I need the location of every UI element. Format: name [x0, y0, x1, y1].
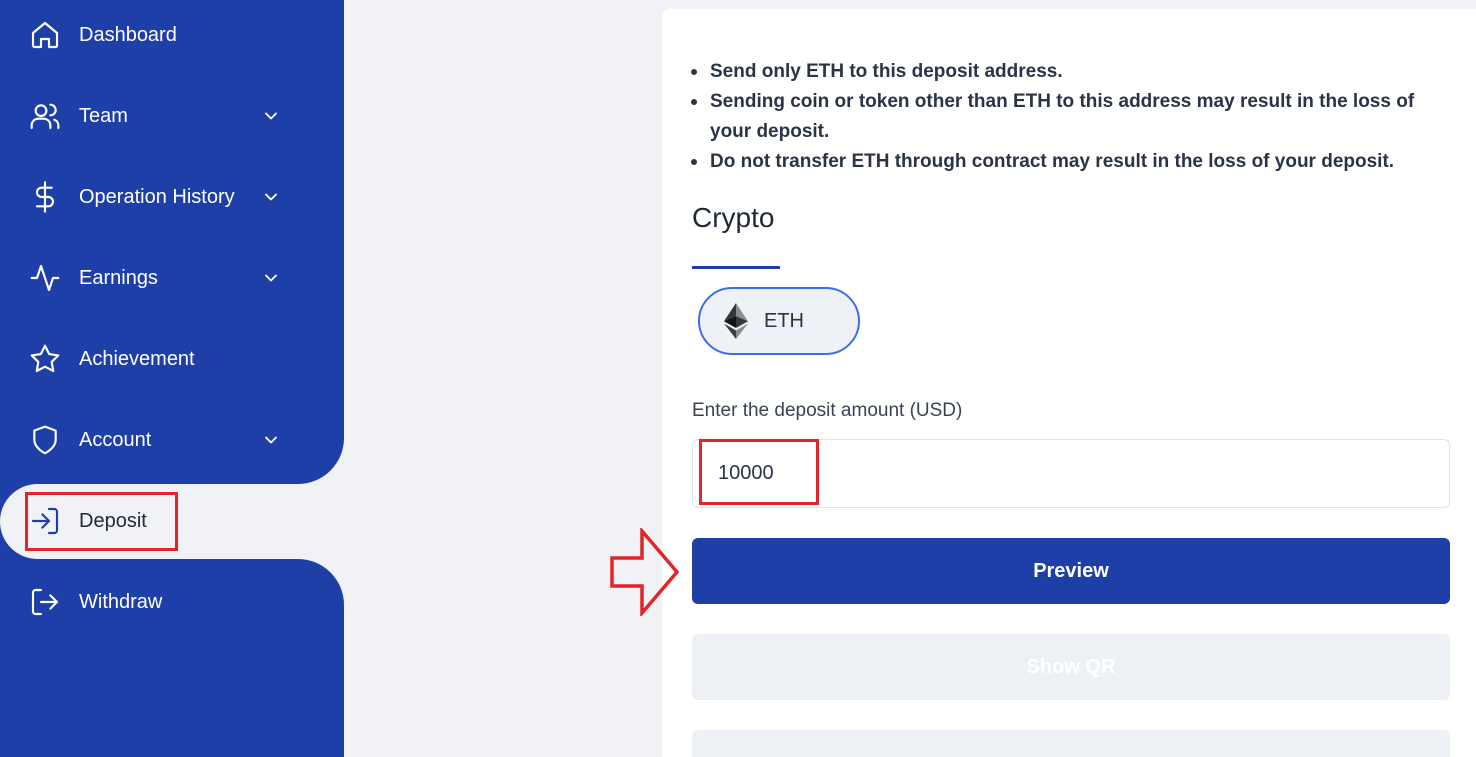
- sidebar-item-withdraw[interactable]: Withdraw: [0, 572, 344, 632]
- sidebar-item-account[interactable]: Account: [0, 410, 344, 470]
- activity-icon: [28, 261, 62, 295]
- users-icon: [28, 99, 62, 133]
- chevron-down-icon[interactable]: [261, 430, 281, 450]
- note-item: Sending coin or token other than ETH to …: [691, 87, 1440, 147]
- coin-option-eth[interactable]: ETH: [698, 287, 860, 355]
- note-item: Do not transfer ETH through contract may…: [691, 147, 1440, 177]
- preview-button[interactable]: Preview: [692, 538, 1450, 604]
- sidebar-item-achievement[interactable]: Achievement: [0, 329, 344, 389]
- sidebar: Dashboard Team Operation History Earning…: [0, 0, 344, 757]
- shield-icon: [28, 423, 62, 457]
- ethereum-icon: [724, 303, 748, 339]
- deposit-notes: Send only ETH to this deposit address. S…: [691, 57, 1440, 177]
- sidebar-item-label: Account: [79, 428, 152, 451]
- log-out-icon: [28, 585, 62, 619]
- home-icon: [28, 18, 62, 52]
- show-qr-button[interactable]: Show QR: [692, 634, 1450, 700]
- sidebar-item-label: Achievement: [79, 347, 195, 370]
- chevron-down-icon[interactable]: [261, 268, 281, 288]
- deposit-amount-input[interactable]: [692, 439, 1450, 508]
- sidebar-item-earnings[interactable]: Earnings: [0, 248, 344, 308]
- sidebar-item-label: Team: [79, 104, 128, 127]
- sidebar-item-team[interactable]: Team: [0, 86, 344, 146]
- section-title: Crypto: [692, 202, 775, 233]
- sidebar-item-operation-history[interactable]: Operation History: [0, 167, 344, 227]
- section-underline: [692, 266, 780, 269]
- coin-label: ETH: [764, 309, 804, 332]
- amount-label: Enter the deposit amount (USD): [692, 400, 963, 421]
- chevron-down-icon[interactable]: [261, 106, 281, 126]
- sidebar-item-label: Earnings: [79, 266, 158, 289]
- star-icon: [28, 342, 62, 376]
- sidebar-item-dashboard[interactable]: Dashboard: [0, 5, 344, 65]
- annotation-highlight-box: [25, 492, 178, 551]
- sidebar-item-label: Operation History: [79, 185, 235, 208]
- action-button[interactable]: [692, 730, 1450, 757]
- annotation-arrow-icon: [610, 528, 680, 616]
- sidebar-item-label: Dashboard: [79, 23, 177, 46]
- note-item: Send only ETH to this deposit address.: [691, 57, 1440, 87]
- dollar-icon: [28, 180, 62, 214]
- chevron-down-icon[interactable]: [261, 187, 281, 207]
- sidebar-item-label: Withdraw: [79, 590, 163, 613]
